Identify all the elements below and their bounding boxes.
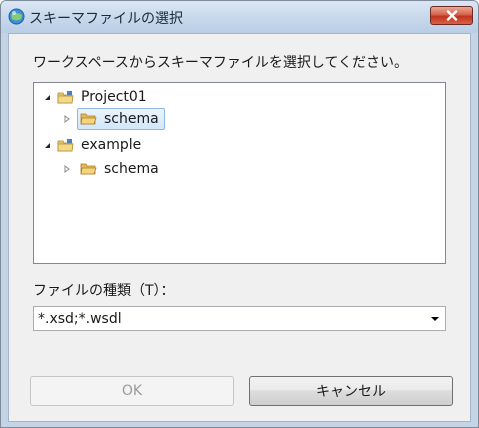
collapsed-arrow-icon[interactable]	[62, 164, 72, 174]
tree-node: schema	[77, 158, 165, 180]
file-type-select[interactable]: *.xsd;*.wsdl	[33, 306, 446, 331]
project-folder-icon	[57, 91, 74, 104]
window-title: スキーマファイルの選択	[29, 11, 183, 27]
tree-item-example[interactable]: example	[42, 134, 144, 156]
tree-item-schema[interactable]: schema	[62, 158, 165, 180]
file-type-value: *.xsd;*.wsdl	[38, 310, 122, 327]
expanded-arrow-icon[interactable]	[42, 92, 52, 102]
ok-button[interactable]: OK	[30, 376, 234, 406]
tree-item-label: schema	[104, 111, 159, 127]
dialog-window: スキーマファイルの選択 ワークスペースからスキーマファイルを選択してください。 …	[0, 0, 479, 428]
tree-item-label: schema	[104, 161, 159, 177]
tree-item-schema[interactable]: schema	[62, 108, 165, 130]
workspace-tree[interactable]: Project01 schema example schema	[33, 82, 446, 264]
selection-highlight: schema	[77, 108, 165, 130]
title-bar[interactable]: スキーマファイルの選択	[1, 1, 478, 33]
close-button[interactable]	[430, 6, 473, 25]
app-globe-icon	[8, 8, 25, 25]
folder-icon	[80, 163, 97, 175]
chevron-down-icon[interactable]	[431, 317, 439, 321]
dialog-content: ワークスペースからスキーマファイルを選択してください。 Project01 sc…	[8, 33, 471, 422]
tree-item-label: Project01	[81, 89, 147, 105]
close-icon	[446, 10, 457, 21]
instruction-text: ワークスペースからスキーマファイルを選択してください。	[33, 55, 409, 71]
tree-item-project01[interactable]: Project01	[42, 86, 150, 108]
file-type-label: ファイルの種類（T）：	[33, 283, 175, 299]
tree-item-label: example	[81, 137, 142, 153]
project-folder-icon	[57, 139, 74, 152]
collapsed-arrow-icon[interactable]	[62, 114, 72, 124]
expanded-arrow-icon[interactable]	[42, 140, 52, 150]
cancel-button[interactable]: キャンセル	[249, 376, 453, 406]
folder-icon	[80, 113, 97, 125]
